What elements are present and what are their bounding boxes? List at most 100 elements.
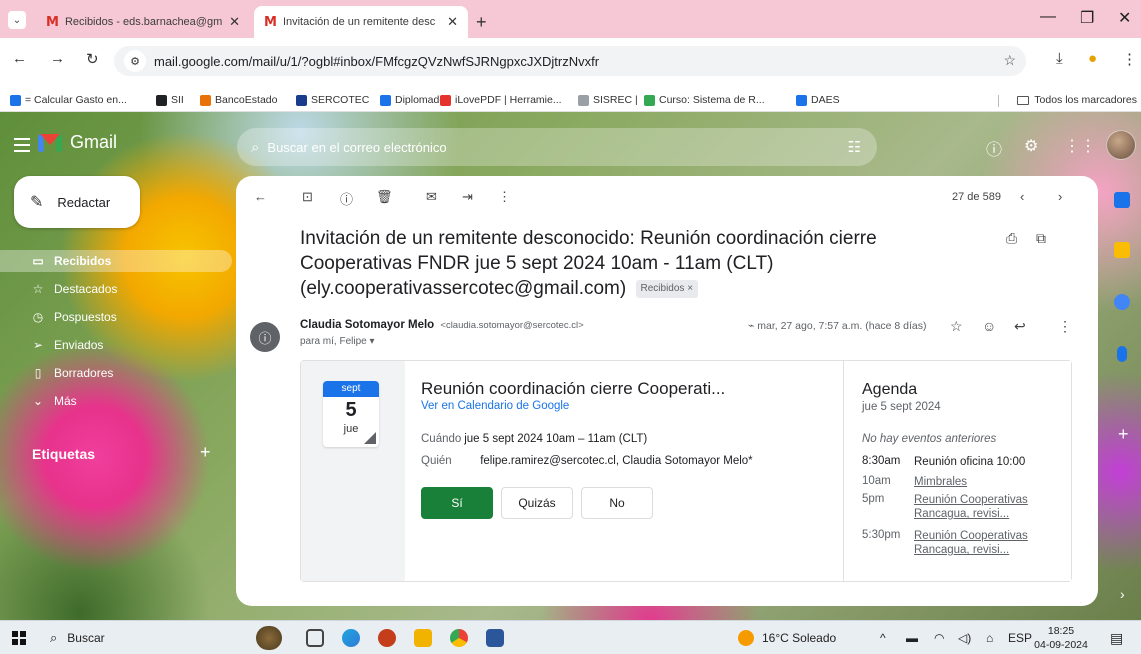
reload-icon[interactable]: ↻ bbox=[86, 50, 99, 68]
rsvp-yes-button[interactable]: Sí bbox=[421, 487, 493, 519]
all-bookmarks[interactable]: Todos los marcadores bbox=[1017, 94, 1137, 106]
sidebar-item-enviados[interactable]: ➢ Enviados bbox=[0, 334, 230, 356]
site-settings-icon[interactable]: ⚙ bbox=[124, 50, 146, 72]
agenda-event[interactable]: 5:30pm Reunión Cooperativas Rancagua, re… bbox=[862, 529, 1054, 557]
hide-side-panel-icon[interactable]: › bbox=[1120, 586, 1125, 602]
emoji-react-icon[interactable]: ☺ bbox=[982, 318, 996, 334]
taskbar-search[interactable]: ⌕ Buscar bbox=[42, 626, 210, 650]
rsvp-no-button[interactable]: No bbox=[581, 487, 653, 519]
sender-avatar[interactable]: ⓘ bbox=[250, 322, 280, 352]
chrome-browser-icon[interactable] bbox=[450, 629, 468, 647]
tray-chevron-icon[interactable]: ^ bbox=[880, 631, 886, 645]
star-message-icon[interactable]: ☆ bbox=[950, 318, 963, 335]
more-options-icon[interactable]: ⋮ bbox=[498, 189, 511, 205]
bookmark-sii[interactable]: SII bbox=[156, 94, 184, 106]
close-tab-icon[interactable]: ✕ bbox=[447, 14, 458, 30]
windows-start-icon[interactable] bbox=[12, 631, 26, 645]
wifi-icon[interactable]: ◠ bbox=[934, 631, 944, 645]
view-in-calendar-link[interactable]: Ver en Calendario de Google bbox=[421, 400, 569, 412]
bookmark-diplomado[interactable]: Diplomado bbox=[380, 94, 445, 106]
forward-icon[interactable]: → bbox=[50, 50, 65, 67]
minimize-icon[interactable]: — bbox=[1040, 8, 1056, 26]
apps-grid-icon[interactable]: ⋮⋮ bbox=[1064, 136, 1096, 156]
calendar-app-icon[interactable] bbox=[1114, 192, 1130, 208]
browser-menu-icon[interactable]: ⋮ bbox=[1122, 50, 1137, 68]
back-icon[interactable]: ← bbox=[12, 50, 27, 67]
battery-icon[interactable]: ▬ bbox=[906, 631, 918, 645]
message-date: ⌁ mar, 27 ago, 7:57 a.m. (hace 8 días) bbox=[748, 320, 927, 332]
compose-button[interactable]: ✎ Redactar bbox=[14, 176, 140, 228]
account-avatar[interactable] bbox=[1106, 130, 1136, 160]
sidebar-item-recibidos[interactable]: ▭ Recibidos bbox=[0, 250, 232, 272]
file-explorer-icon[interactable] bbox=[414, 629, 432, 647]
archive-icon[interactable]: ⊡ bbox=[302, 189, 313, 205]
print-icon[interactable]: ⎙ bbox=[1006, 230, 1017, 247]
close-tab-icon[interactable]: ✕ bbox=[229, 14, 240, 30]
edge-browser-icon[interactable] bbox=[342, 629, 360, 647]
tab-recibidos[interactable]: M Recibidos - eds.barnachea@gm ✕ bbox=[36, 6, 250, 38]
volume-icon[interactable]: ◁) bbox=[958, 631, 971, 645]
tasks-app-icon[interactable] bbox=[1114, 294, 1130, 310]
keep-app-icon[interactable] bbox=[1114, 242, 1130, 258]
bookmark-sisrec[interactable]: SISREC | bbox=[578, 94, 638, 106]
move-to-icon[interactable]: ⇥ bbox=[462, 189, 473, 205]
agenda-event[interactable]: 5pm Reunión Cooperativas Rancagua, revis… bbox=[862, 493, 1054, 521]
profile-extension-icon[interactable]: ● bbox=[1088, 50, 1097, 67]
search-icon[interactable]: ⌕ bbox=[251, 139, 259, 156]
owl-widget-icon[interactable] bbox=[256, 626, 282, 650]
mail-search-input[interactable]: ⌕ Buscar en el correo electrónico ☷ bbox=[237, 128, 877, 166]
restore-icon[interactable]: ❐ bbox=[1080, 8, 1094, 28]
powerpoint-icon[interactable] bbox=[378, 629, 396, 647]
download-icon[interactable]: ⤓ bbox=[1056, 50, 1063, 67]
language-indicator[interactable]: ESP bbox=[1008, 631, 1032, 645]
newer-message-icon[interactable]: ‹ bbox=[1020, 189, 1024, 204]
notifications-icon[interactable]: ▤ bbox=[1110, 630, 1123, 647]
older-message-icon[interactable]: › bbox=[1058, 189, 1062, 204]
bookmark-sercotec[interactable]: SERCOTEC bbox=[296, 94, 369, 106]
reply-icon[interactable]: ↩ bbox=[1014, 318, 1026, 335]
task-view-icon[interactable] bbox=[306, 629, 324, 647]
pen-input-icon[interactable]: ⌂ bbox=[986, 631, 993, 645]
inbox-label-chip[interactable]: Recibidos × bbox=[635, 279, 699, 298]
message-scrollbar[interactable] bbox=[1090, 222, 1098, 352]
open-new-window-icon[interactable]: ⧉ bbox=[1036, 230, 1046, 247]
main-menu-icon[interactable] bbox=[14, 138, 30, 156]
gmail-logo-text: Gmail bbox=[70, 132, 118, 152]
bookmark-ilovepdf[interactable]: iLovePDF | Herramie... bbox=[440, 94, 562, 106]
message-more-icon[interactable]: ⋮ bbox=[1058, 318, 1072, 335]
delete-icon[interactable]: 🗑 bbox=[376, 189, 393, 205]
add-addon-icon[interactable]: + bbox=[1118, 424, 1129, 445]
settings-gear-icon[interactable]: ⚙ bbox=[1024, 136, 1038, 156]
tab-search-icon[interactable]: ⌄ bbox=[8, 11, 26, 29]
bookmark-curso[interactable]: Curso: Sistema de R... bbox=[644, 94, 765, 106]
sidebar-item-pospuestos[interactable]: ◷ Pospuestos bbox=[0, 306, 230, 328]
bookmark-calcular[interactable]: = Calcular Gasto en... bbox=[10, 94, 127, 106]
help-icon[interactable]: ⓘ bbox=[986, 136, 1002, 160]
back-to-inbox-icon[interactable]: ← bbox=[254, 189, 267, 204]
sidebar-item-borradores[interactable]: ▯ Borradores bbox=[0, 362, 230, 384]
windows-taskbar: ⌕ Buscar 16°C Soleado ^ ▬ ◠ ◁) ⌂ ESP 18:… bbox=[0, 620, 1141, 654]
bookmark-bancoestado[interactable]: BancoEstado bbox=[200, 94, 277, 106]
weather-widget[interactable]: 16°C Soleado bbox=[738, 630, 836, 646]
add-label-icon[interactable]: + bbox=[200, 442, 211, 463]
close-window-icon[interactable]: ✕ bbox=[1118, 8, 1131, 28]
gmail-logo[interactable]: Gmail bbox=[38, 132, 117, 153]
recipients-dropdown[interactable]: para mí, Felipe ▾ bbox=[300, 336, 375, 347]
taskbar-clock[interactable]: 18:25 04-09-2024 bbox=[1030, 624, 1092, 652]
tab-invitacion[interactable]: M Invitación de un remitente desc ✕ bbox=[254, 6, 468, 38]
url-field[interactable]: ⚙ mail.google.com/mail/u/1/?ogbl#inbox/F… bbox=[114, 46, 1026, 76]
agenda-event[interactable]: 8:30am Reunión oficina 10:00 bbox=[862, 455, 1054, 469]
bookmark-favicon bbox=[578, 94, 589, 106]
report-spam-icon[interactable]: ⓘ bbox=[340, 189, 353, 208]
agenda-event[interactable]: 10am Mimbrales bbox=[862, 475, 1054, 489]
search-options-icon[interactable]: ☷ bbox=[848, 138, 861, 156]
contacts-app-icon[interactable] bbox=[1117, 346, 1127, 362]
sidebar-item-mas[interactable]: ⌄ Más bbox=[0, 390, 230, 412]
rsvp-maybe-button[interactable]: Quizás bbox=[501, 487, 573, 519]
word-icon[interactable] bbox=[486, 629, 504, 647]
new-tab-icon[interactable]: + bbox=[476, 12, 487, 33]
sidebar-item-destacados[interactable]: ☆ Destacados bbox=[0, 278, 230, 300]
bookmark-daes[interactable]: DAES bbox=[796, 94, 840, 106]
bookmark-star-icon[interactable]: ☆ bbox=[1003, 52, 1016, 69]
mark-unread-icon[interactable]: ✉ bbox=[426, 189, 437, 205]
